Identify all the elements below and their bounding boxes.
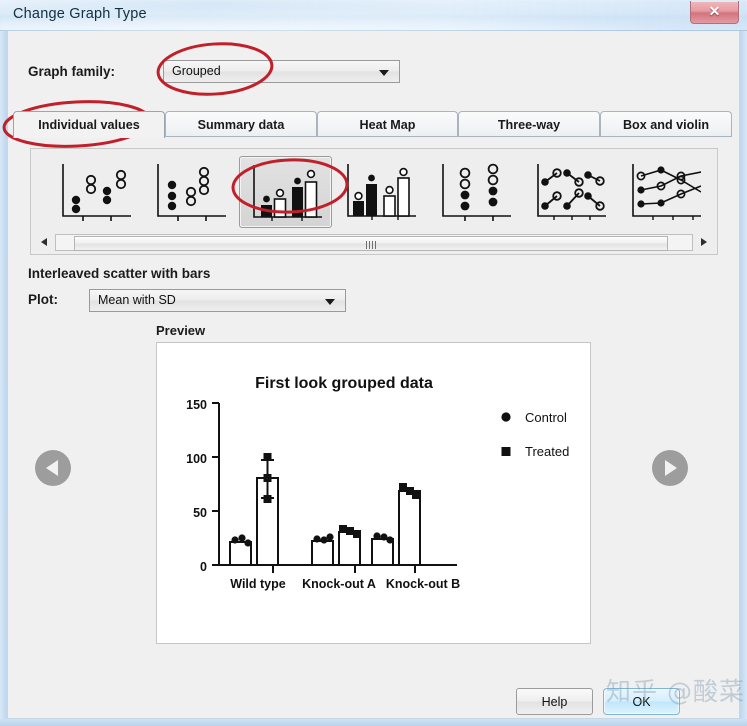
tab-summary-data[interactable]: Summary data <box>165 111 317 137</box>
ytick-100: 100 <box>186 452 207 466</box>
gallery-item-scatter-grouped[interactable] <box>144 156 237 228</box>
chart-title: First look grouped data <box>255 375 433 392</box>
xtick-knock-out-b: Knock-out B <box>386 577 460 591</box>
gallery-item-grouped-scatter-with-bars[interactable] <box>334 156 427 228</box>
gallery-item-interleaved-scatter-with-bars[interactable] <box>239 156 332 228</box>
gallery-item-before-after-pairs[interactable] <box>524 156 617 228</box>
xtick-knock-out-a: Knock-out A <box>302 577 376 591</box>
legend-marker-treated <box>501 447 511 456</box>
gallery-item-scatter-stacked[interactable] <box>429 156 522 228</box>
chevron-down-icon <box>379 70 389 76</box>
scatter-grouped-icon <box>157 164 226 221</box>
scatter-stacked-icon <box>442 163 511 221</box>
before-after-lines-icon <box>632 164 701 220</box>
tab-box-and-violin[interactable]: Box and violin <box>600 111 732 137</box>
ytick-50: 50 <box>193 506 207 520</box>
legend-label-control: Control <box>525 410 567 425</box>
tab-individual-values[interactable]: Individual values <box>13 111 165 138</box>
tab-three-way[interactable]: Three-way <box>458 111 600 137</box>
chevron-right-icon <box>665 460 677 476</box>
before-after-pairs-icon <box>537 164 606 220</box>
plot-value: Mean with SD <box>98 293 176 307</box>
window-bottom-edge <box>0 719 747 726</box>
ytick-150: 150 <box>186 398 207 412</box>
preview-label: Preview <box>156 323 206 338</box>
preview-next-button[interactable] <box>652 450 688 486</box>
scrollbar-thumb[interactable] <box>74 236 668 251</box>
graph-family-select[interactable]: Grouped <box>163 60 400 83</box>
plot-label: Plot: <box>28 292 58 307</box>
chevron-left-icon <box>46 460 58 476</box>
close-icon: ✕ <box>708 3 721 19</box>
chevron-down-icon <box>325 299 335 305</box>
xtick-wild-type: Wild type <box>230 577 285 591</box>
scatter-interleaved-icon <box>62 164 131 221</box>
preview-chart: First look grouped data 150 100 50 0 Wil… <box>186 375 569 591</box>
legend-marker-control <box>501 412 511 422</box>
window-right-edge <box>740 31 747 726</box>
title-bar: Change Graph Type ✕ <box>0 0 747 31</box>
change-graph-type-dialog: Change Graph Type ✕ Graph family: Groupe… <box>0 0 747 726</box>
scroll-left-icon[interactable] <box>41 238 47 246</box>
scrollbar-track[interactable] <box>55 234 693 251</box>
interleaved-scatter-with-bars-icon <box>253 165 322 221</box>
graph-family-value: Grouped <box>172 64 221 78</box>
tab-heat-map[interactable]: Heat Map <box>317 111 458 137</box>
help-button[interactable]: Help <box>516 688 593 715</box>
ok-button[interactable]: OK <box>603 688 680 715</box>
window-title: Change Graph Type <box>13 6 147 22</box>
gallery-scrollbar[interactable] <box>38 234 710 251</box>
grouped-scatter-with-bars-icon <box>347 164 416 220</box>
legend-label-treated: Treated <box>525 444 569 459</box>
preview-panel: First look grouped data 150 100 50 0 Wil… <box>156 342 591 644</box>
graph-type-description: Interleaved scatter with bars <box>28 266 211 281</box>
graph-family-label: Graph family: <box>28 64 116 79</box>
scrollbar-grip-icon <box>366 241 376 249</box>
chart-legend: Control Treated <box>501 410 569 459</box>
gallery-item-scatter-interleaved[interactable] <box>49 156 142 228</box>
scroll-right-icon[interactable] <box>701 238 707 246</box>
preview-prev-button[interactable] <box>35 450 71 486</box>
window-left-edge <box>0 31 7 726</box>
ytick-0: 0 <box>200 560 207 574</box>
tab-strip: Individual values Summary data Heat Map … <box>13 111 732 138</box>
plot-select[interactable]: Mean with SD <box>89 289 346 312</box>
gallery-item-before-after-lines[interactable] <box>619 156 701 228</box>
close-button[interactable]: ✕ <box>690 1 739 24</box>
